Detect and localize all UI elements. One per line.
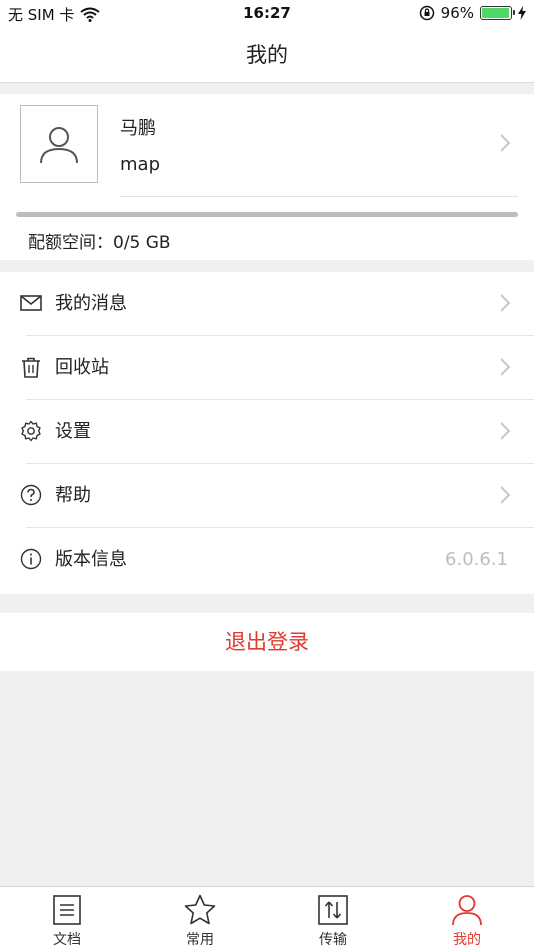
menu-item-label: 我的消息 [55, 293, 127, 314]
tab-transfer[interactable]: 传输 [266, 887, 400, 951]
tab-favorites[interactable]: 常用 [133, 887, 267, 951]
transfer-icon [318, 895, 348, 925]
menu-item-help[interactable]: 帮助 [0, 464, 534, 528]
tab-label: 文档 [53, 932, 81, 948]
menu-item-label: 帮助 [55, 485, 91, 506]
status-bar: 无 SIM 卡 16:27 96% [0, 0, 534, 28]
tab-documents[interactable]: 文档 [0, 887, 134, 951]
trash-icon [22, 357, 40, 378]
document-icon [53, 895, 81, 925]
menu-item-version[interactable]: 版本信息 6.0.6.1 [0, 528, 534, 592]
menu-item-recycle-bin[interactable]: 回收站 [0, 336, 534, 400]
chevron-right-icon [500, 486, 510, 504]
info-icon [20, 548, 42, 570]
menu-item-messages[interactable]: 我的消息 [0, 272, 534, 336]
chevron-right-icon [500, 422, 510, 440]
help-icon [20, 484, 42, 506]
quota-progress-bar [16, 212, 518, 217]
orientation-lock-icon [419, 5, 434, 21]
profile-divider [120, 196, 518, 197]
tab-label: 常用 [186, 932, 214, 948]
charging-bolt-icon [518, 6, 526, 20]
star-icon [184, 894, 216, 925]
logout-label: 退出登录 [225, 630, 309, 654]
chevron-right-icon [500, 294, 510, 312]
avatar[interactable] [20, 105, 98, 183]
profile-name: 马鹏 [120, 118, 156, 139]
person-icon [452, 895, 482, 926]
chevron-right-icon [500, 134, 510, 152]
status-right: 96% [419, 4, 526, 22]
menu-list: 我的消息 回收站 设置 帮助 版本信息 6.0.6.1 [0, 272, 534, 594]
tab-label: 我的 [453, 932, 481, 948]
gear-icon [21, 420, 41, 442]
chevron-right-icon [500, 358, 510, 376]
version-value: 6.0.6.1 [445, 549, 508, 570]
envelope-icon [20, 295, 42, 311]
tab-label: 传输 [319, 932, 347, 948]
battery-fill [482, 8, 509, 18]
nav-bar: 我的 [0, 28, 534, 83]
profile-username: map [120, 154, 160, 175]
battery-percent: 96% [440, 4, 474, 22]
logout-button[interactable]: 退出登录 [0, 613, 534, 671]
menu-item-label: 设置 [55, 421, 91, 442]
quota-label: 配额空间：0/5 GB [28, 233, 171, 253]
menu-item-label: 回收站 [55, 357, 109, 378]
avatar-person-icon [40, 127, 78, 164]
menu-item-settings[interactable]: 设置 [0, 400, 534, 464]
tab-bar: 文档 常用 传输 我的 [0, 886, 534, 951]
battery-icon [480, 6, 515, 20]
menu-item-label: 版本信息 [55, 549, 127, 570]
tab-mine[interactable]: 我的 [400, 887, 534, 951]
profile-card[interactable]: 马鹏 map 配额空间：0/5 GB [0, 94, 534, 260]
page-title: 我的 [246, 43, 288, 67]
